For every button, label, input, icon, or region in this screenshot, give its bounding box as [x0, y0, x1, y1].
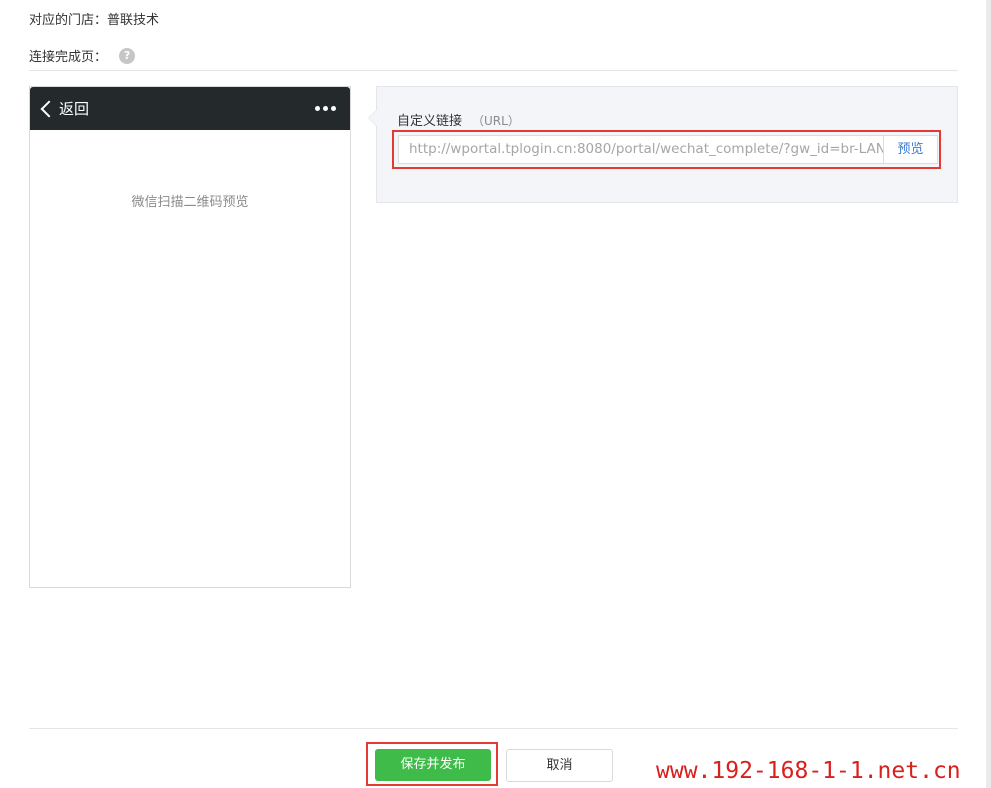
- top-divider: [29, 70, 958, 71]
- complete-page-row: 连接完成页： ?: [29, 46, 136, 65]
- custom-link-label: 自定义链接: [397, 114, 463, 129]
- url-input[interactable]: http://wportal.tplogin.cn:8080/portal/we…: [398, 135, 884, 164]
- store-value: 普联技术: [107, 13, 160, 28]
- chevron-left-icon: [40, 100, 58, 117]
- cancel-button[interactable]: 取消: [506, 749, 613, 782]
- preview-button[interactable]: 预览: [884, 135, 938, 164]
- more-dots-icon[interactable]: [315, 106, 336, 111]
- phone-preview: 返回 微信扫描二维码预览: [29, 86, 351, 588]
- right-scroll-border: [986, 0, 991, 788]
- custom-link-panel: 自定义链接 （URL） http://wportal.tplogin.cn:808…: [368, 86, 958, 203]
- back-label: 返回: [59, 100, 90, 118]
- save-publish-button[interactable]: 保存并发布: [375, 749, 491, 781]
- custom-link-label-row: 自定义链接 （URL）: [397, 110, 520, 129]
- store-row: 对应的门店：普联技术: [29, 9, 159, 28]
- bottom-divider: [29, 728, 958, 729]
- back-button[interactable]: 返回: [39, 98, 89, 119]
- question-circle-icon[interactable]: ?: [119, 47, 136, 64]
- qr-preview-text: 微信扫描二维码预览: [131, 195, 249, 210]
- site-watermark: www.192-168-1-1.net.cn: [656, 758, 961, 784]
- phone-header: 返回: [30, 87, 350, 130]
- panel-pointer-fill: [369, 109, 378, 127]
- url-hint: （URL）: [472, 114, 520, 128]
- complete-page-label: 连接完成页：: [29, 50, 108, 65]
- store-label: 对应的门店：: [29, 13, 108, 28]
